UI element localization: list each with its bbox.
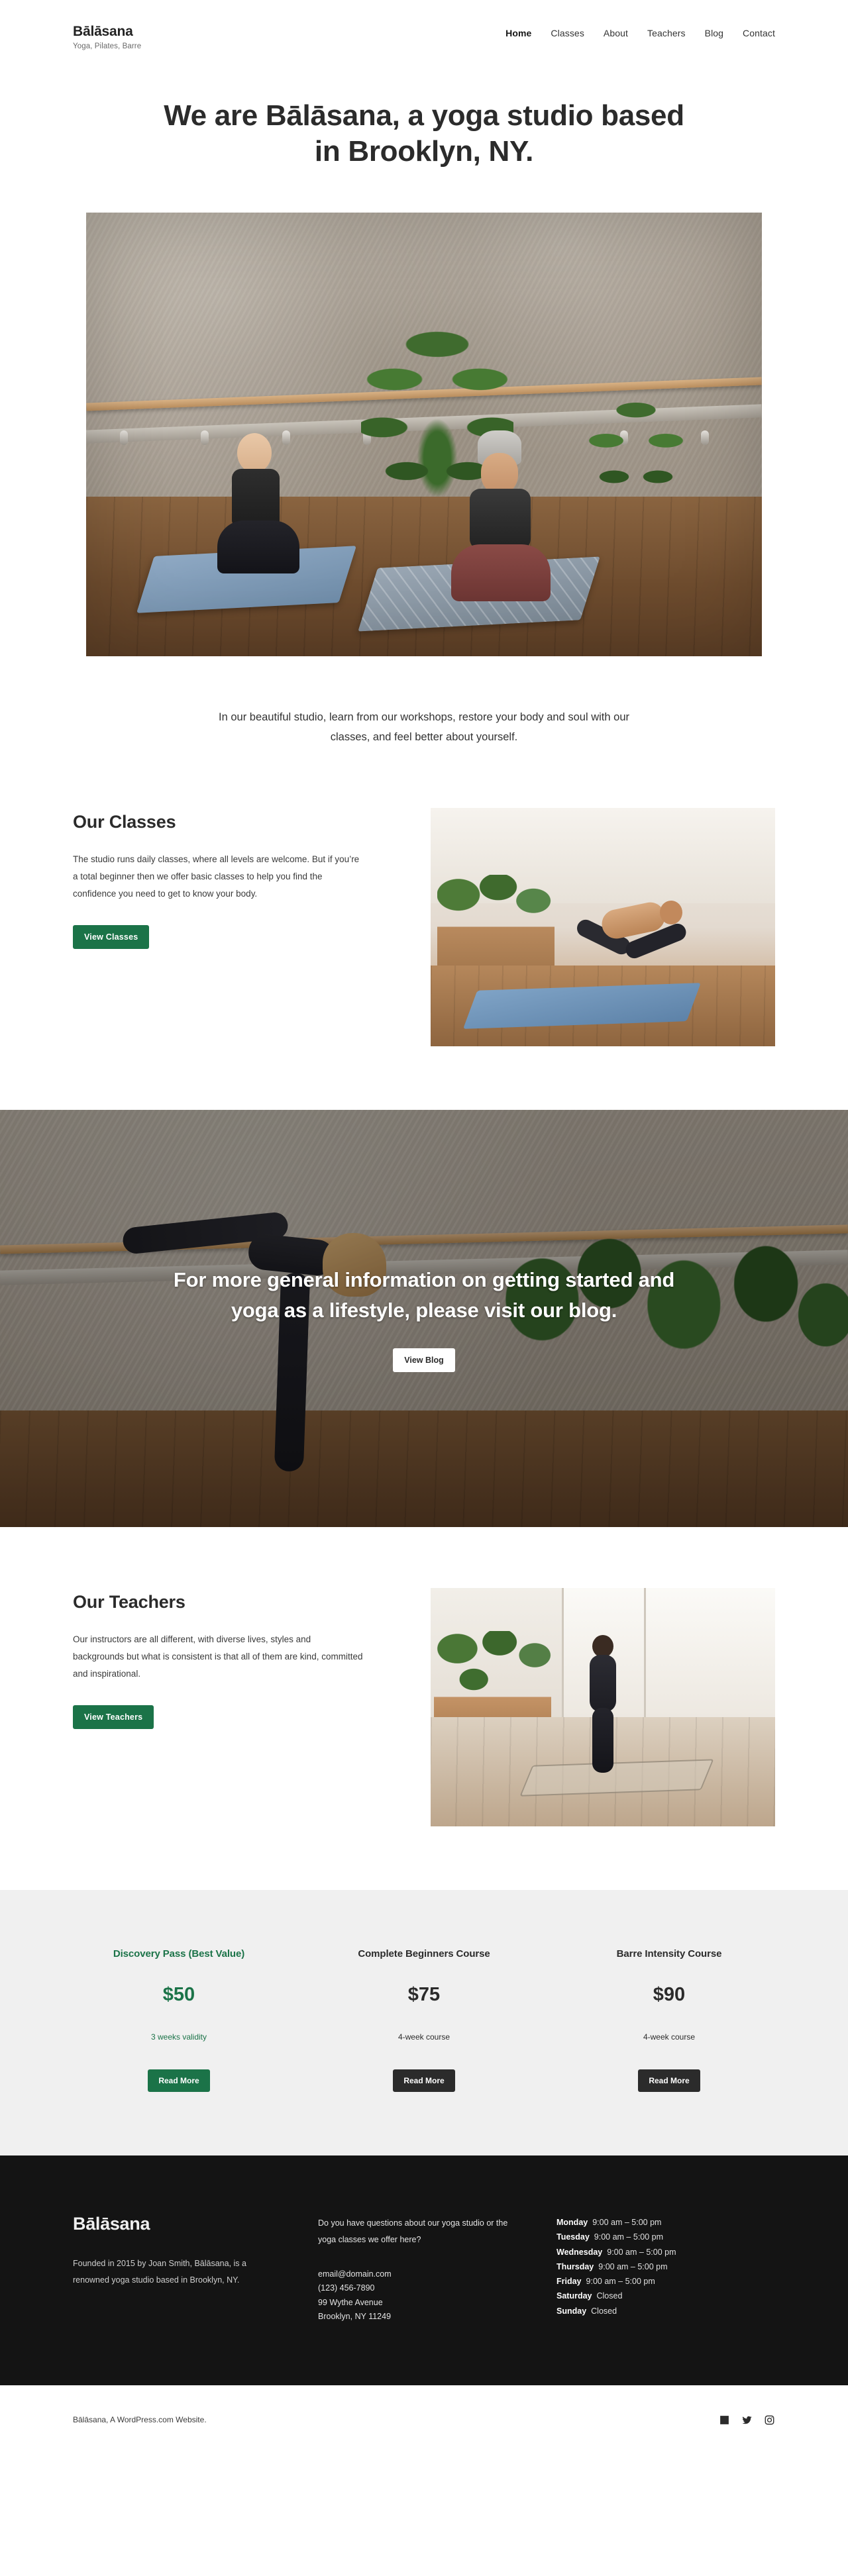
site-tagline: Yoga, Pilates, Barre <box>73 42 142 51</box>
classes-image <box>431 808 775 1047</box>
site-branding[interactable]: Bālāsana Yoga, Pilates, Barre <box>73 24 141 50</box>
classes-text-block: Our Classes The studio runs daily classe… <box>73 808 417 949</box>
footer-address-line-1: 99 Wythe Avenue <box>318 2297 383 2307</box>
facebook-icon[interactable] <box>719 2414 730 2426</box>
potted-plants <box>437 875 555 975</box>
hero-heading: We are Bālāsana, a yoga studio based in … <box>164 99 684 168</box>
hours-day: Saturday <box>556 2291 592 2301</box>
footer-address-line-2: Brooklyn, NY 11249 <box>318 2312 392 2322</box>
nav-item-home[interactable]: Home <box>505 28 531 38</box>
site-title[interactable]: Bālāsana <box>73 24 141 40</box>
hours-row: Sunday Closed <box>556 2304 775 2318</box>
view-blog-button[interactable]: View Blog <box>393 1348 455 1373</box>
hours-row: Thursday 9:00 am – 5:00 pm <box>556 2259 775 2274</box>
pricing-card-title: Complete Beginners Course <box>358 1948 490 1960</box>
footer-contact-details: email@domain.com (123) 456-7890 99 Wythe… <box>318 2267 510 2324</box>
hero-photo-scene <box>86 213 762 657</box>
nav-item-teachers[interactable]: Teachers <box>647 28 686 38</box>
site-footer: Bālāsana Founded in 2015 by Joan Smith, … <box>0 2155 848 2385</box>
hours-time: 9:00 am – 5:00 pm <box>592 2218 662 2228</box>
instagram-icon[interactable] <box>764 2414 775 2426</box>
footer-email[interactable]: email@domain.com <box>318 2267 510 2282</box>
hero-image <box>86 213 762 657</box>
pricing-card-note: 3 weeks validity <box>150 2032 207 2042</box>
teachers-image <box>431 1588 775 1827</box>
pricing-card-read-more-button[interactable]: Read More <box>638 2069 700 2093</box>
nav-item-blog[interactable]: Blog <box>705 28 723 38</box>
banner-content: For more general information on getting … <box>0 1110 848 1527</box>
window-mullion <box>644 1588 647 1726</box>
footer-brand: Bālāsana <box>73 2214 150 2234</box>
hours-row: Wednesday 9:00 am – 5:00 pm <box>556 2245 775 2259</box>
teachers-photo-scene <box>431 1588 775 1827</box>
footer-about-text: Founded in 2015 by Joan Smith, Bālāsana,… <box>73 2259 246 2285</box>
footer-contact-column: Do you have questions about our yoga stu… <box>318 2214 510 2324</box>
hours-day: Tuesday <box>556 2232 590 2242</box>
hours-day: Friday <box>556 2277 582 2287</box>
pricing-card-discovery-pass: Discovery Pass (Best Value) $50 3 weeks … <box>73 1948 285 2093</box>
view-classes-button[interactable]: View Classes <box>73 924 150 949</box>
view-teachers-button[interactable]: View Teachers <box>73 1705 154 1729</box>
classes-section: Our Classes The studio runs daily classe… <box>0 747 848 1047</box>
hours-row: Saturday Closed <box>556 2289 775 2303</box>
banner-heading: For more general information on getting … <box>173 1268 675 1322</box>
hours-row: Tuesday 9:00 am – 5:00 pm <box>556 2230 775 2244</box>
pricing-card-title: Barre Intensity Course <box>616 1948 722 1960</box>
site-credit: Bālāsana, A WordPress.com Website. <box>73 2415 207 2425</box>
footer-about-column: Bālāsana Founded in 2015 by Joan Smith, … <box>73 2214 272 2324</box>
hours-day: Sunday <box>556 2306 587 2316</box>
twitter-icon[interactable] <box>741 2414 753 2426</box>
pricing-section: Discovery Pass (Best Value) $50 3 weeks … <box>0 1890 848 2156</box>
pricing-card-price: $90 <box>653 1984 686 2006</box>
nav-item-classes[interactable]: Classes <box>551 28 584 38</box>
teachers-body: Our instructors are all different, with … <box>73 1634 363 1679</box>
page-root: Bālāsana Yoga, Pilates, Barre Home Class… <box>0 0 848 2455</box>
pricing-card-read-more-button[interactable]: Read More <box>148 2069 210 2093</box>
nav-item-contact[interactable]: Contact <box>743 28 775 38</box>
intro-paragraph: In our beautiful studio, learn from our … <box>219 711 629 743</box>
primary-navigation[interactable]: Home Classes About Teachers Blog Contact <box>505 24 775 38</box>
hours-time: Closed <box>596 2291 623 2301</box>
blog-banner: For more general information on getting … <box>0 1110 848 1528</box>
footer-phone[interactable]: (123) 456-7890 <box>318 2281 510 2296</box>
hours-time: 9:00 am – 5:00 pm <box>594 2232 664 2242</box>
hours-row: Monday 9:00 am – 5:00 pm <box>556 2215 775 2230</box>
hours-time: 9:00 am – 5:00 pm <box>598 2261 668 2271</box>
footer-questions-text: Do you have questions about our yoga stu… <box>318 2218 508 2244</box>
teachers-section: Our Teachers Our instructors are all dif… <box>0 1527 848 1827</box>
pricing-card-price: $50 <box>162 1984 195 2006</box>
social-links[interactable] <box>719 2414 775 2426</box>
classes-photo-scene <box>431 808 775 1047</box>
pricing-card-price: $75 <box>407 1984 441 2006</box>
photo-vignette <box>86 213 762 656</box>
person-side-angle-pose <box>568 899 694 999</box>
pricing-card-note: 4-week course <box>398 2032 450 2042</box>
hours-time: Closed <box>591 2306 617 2316</box>
pricing-card-title: Discovery Pass (Best Value) <box>113 1948 245 1960</box>
hours-time: 9:00 am – 5:00 pm <box>586 2277 655 2287</box>
hours-time: 9:00 am – 5:00 pm <box>607 2247 676 2257</box>
pricing-card-barre-intensity-course: Barre Intensity Course $90 4-week course… <box>563 1948 775 2093</box>
hours-day: Wednesday <box>556 2247 603 2257</box>
teachers-heading: Our Teachers <box>73 1592 186 1612</box>
hours-row: Friday 9:00 am – 5:00 pm <box>556 2274 775 2289</box>
classes-heading: Our Classes <box>73 812 176 832</box>
pricing-card-note: 4-week course <box>643 2032 696 2042</box>
teachers-text-block: Our Teachers Our instructors are all dif… <box>73 1588 417 1729</box>
pricing-card-complete-beginners-course: Complete Beginners Course $75 4-week cou… <box>318 1948 530 2093</box>
hours-day: Thursday <box>556 2261 594 2271</box>
nav-item-about[interactable]: About <box>604 28 628 38</box>
pricing-card-read-more-button[interactable]: Read More <box>393 2069 455 2093</box>
bottom-bar: Bālāsana, A WordPress.com Website. <box>0 2385 848 2455</box>
site-header: Bālāsana Yoga, Pilates, Barre Home Class… <box>0 0 848 50</box>
hours-day: Monday <box>556 2218 588 2228</box>
person-standing <box>582 1635 624 1774</box>
footer-hours-column: Monday 9:00 am – 5:00 pm Tuesday 9:00 am… <box>556 2214 775 2324</box>
classes-body: The studio runs daily classes, where all… <box>73 854 360 899</box>
